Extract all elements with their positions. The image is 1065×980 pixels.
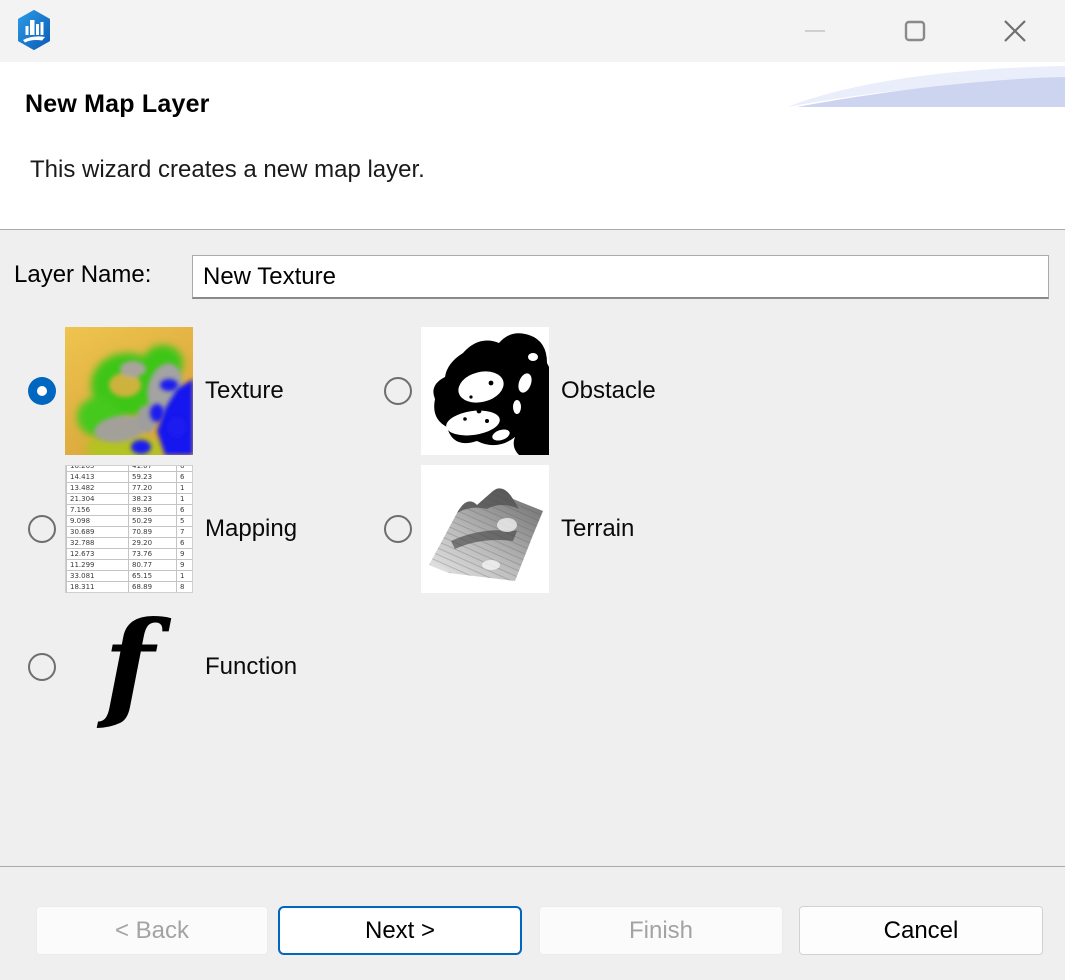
page-subtitle: This wizard creates a new map layer. — [30, 156, 425, 184]
close-button[interactable] — [965, 3, 1065, 59]
layer-name-input[interactable] — [192, 255, 1049, 299]
maximize-icon — [902, 18, 928, 44]
obstacle-preview-image — [421, 327, 549, 455]
page-title: New Map Layer — [25, 90, 210, 119]
option-mapping[interactable]: 16.20541.07614.41359.23613.48277.20121.3… — [28, 465, 384, 593]
wizard-header: New Map Layer This wizard creates a new … — [0, 62, 1065, 230]
function-glyph: f — [65, 603, 193, 731]
layer-name-label: Layer Name: — [14, 261, 151, 289]
option-function[interactable]: f Function — [28, 603, 384, 731]
mapping-preview-image: 16.20541.07614.41359.23613.48277.20121.3… — [65, 465, 193, 593]
terrain-radio[interactable] — [384, 515, 412, 543]
obstacle-option-label: Obstacle — [561, 377, 656, 405]
maximize-button[interactable] — [865, 3, 965, 59]
titlebar[interactable] — [0, 0, 1065, 62]
terrain-option-label: Terrain — [561, 515, 634, 543]
function-option-label: Function — [205, 653, 297, 681]
minimize-icon — [802, 18, 828, 44]
footer-divider — [0, 866, 1065, 867]
option-texture[interactable]: Texture — [28, 327, 384, 455]
mapping-option-label: Mapping — [205, 515, 297, 543]
texture-preview-image — [65, 327, 193, 455]
header-swoosh-decoration — [787, 66, 1065, 108]
minimize-button[interactable] — [765, 3, 865, 59]
app-icon — [16, 10, 52, 50]
mapping-radio[interactable] — [28, 515, 56, 543]
new-map-layer-wizard-window: New Map Layer This wizard creates a new … — [0, 0, 1065, 980]
texture-option-label: Texture — [205, 377, 284, 405]
layer-type-options: Texture — [28, 327, 656, 731]
mapping-preview-table: 16.20541.07614.41359.23613.48277.20121.3… — [66, 465, 193, 593]
window-controls — [765, 0, 1065, 62]
close-icon — [1001, 17, 1029, 45]
back-button[interactable]: < Back — [36, 906, 268, 955]
terrain-preview-image — [421, 465, 549, 593]
option-terrain[interactable]: Terrain — [384, 465, 656, 593]
next-button[interactable]: Next > — [278, 906, 522, 955]
finish-button[interactable]: Finish — [539, 906, 783, 955]
option-obstacle[interactable]: Obstacle — [384, 327, 656, 455]
wizard-content: Layer Name: — [0, 231, 1065, 980]
texture-radio[interactable] — [28, 377, 56, 405]
cancel-button[interactable]: Cancel — [799, 906, 1043, 955]
function-radio[interactable] — [28, 653, 56, 681]
obstacle-radio[interactable] — [384, 377, 412, 405]
